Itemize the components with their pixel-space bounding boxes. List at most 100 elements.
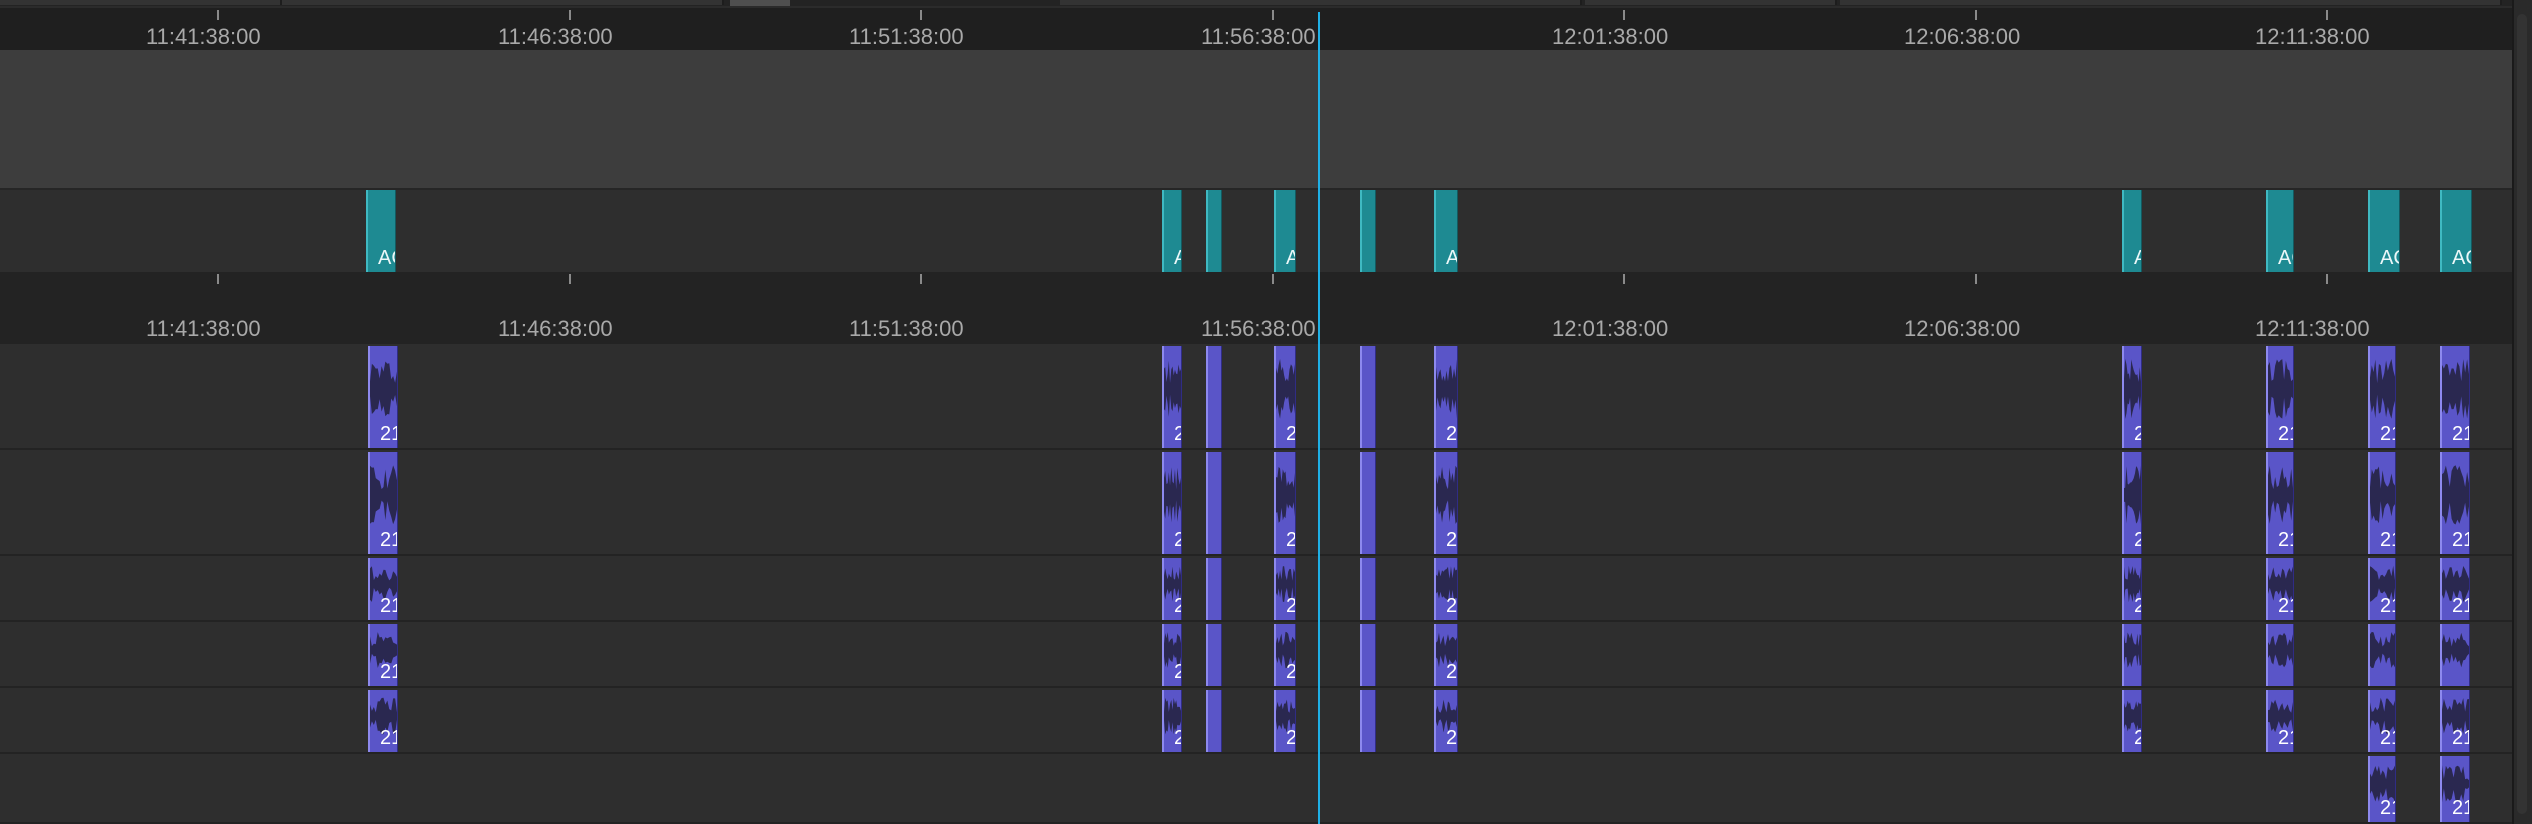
audio-clip[interactable]: 2 xyxy=(1434,452,1458,554)
video-clips-row[interactable]: AC A A A A AC AC AC xyxy=(0,190,2512,272)
audio-clip[interactable]: 21 xyxy=(2440,558,2470,620)
video-clip[interactable] xyxy=(1360,190,1376,272)
audio-clip[interactable]: 2 xyxy=(1274,690,1296,752)
timecode-ruler-audio[interactable]: 11:41:38:00 11:46:38:00 11:51:38:00 11:5… xyxy=(0,272,2512,345)
audio-track-row[interactable] xyxy=(0,754,2512,824)
audio-clip[interactable] xyxy=(1360,558,1376,620)
audio-clip[interactable]: 2 xyxy=(1162,624,1182,686)
video-clip[interactable]: A xyxy=(2122,190,2142,272)
audio-clip[interactable]: 2 xyxy=(1162,690,1182,752)
audio-waveform-icon xyxy=(2268,632,2293,668)
ruler-tick xyxy=(1975,274,1977,284)
audio-clip[interactable]: 2 xyxy=(2122,346,2142,448)
scroll-thumb[interactable] xyxy=(2517,14,2527,814)
audio-clip[interactable]: 21 xyxy=(368,346,398,448)
audio-clip[interactable]: 21 xyxy=(2440,756,2470,822)
video-clip[interactable]: AC xyxy=(2266,190,2294,272)
audio-clip-label: 21 xyxy=(2380,727,2395,749)
audio-clip[interactable]: 2 xyxy=(1274,624,1296,686)
scroll-segment xyxy=(282,0,724,5)
audio-clip[interactable] xyxy=(1360,624,1376,686)
audio-clip[interactable]: 21 xyxy=(2368,558,2396,620)
audio-clip[interactable]: 21 xyxy=(2368,346,2396,448)
audio-clip[interactable]: 21 xyxy=(2440,452,2470,554)
ruler-tick xyxy=(1272,10,1274,20)
audio-clip[interactable] xyxy=(1360,452,1376,554)
horizontal-scroll-strip[interactable] xyxy=(0,0,2532,6)
timecode-label: 12:11:38:00 xyxy=(2255,316,2370,341)
ruler-tick xyxy=(1975,10,1977,20)
audio-clip[interactable]: 2 xyxy=(1274,346,1296,448)
playhead-line[interactable] xyxy=(1318,12,1320,824)
audio-clip[interactable]: 21 xyxy=(2368,756,2396,822)
audio-clip-label: 2 xyxy=(1446,727,1458,749)
scroll-segment xyxy=(1060,0,1582,5)
audio-clip[interactable]: 21 xyxy=(2266,452,2294,554)
timecode-ruler-top[interactable]: 11:41:38:00 11:46:38:00 11:51:38:00 11:5… xyxy=(0,8,2512,51)
audio-clip[interactable]: 2 xyxy=(2122,690,2142,752)
audio-clip[interactable]: 21 xyxy=(368,558,398,620)
audio-clip[interactable]: 2 xyxy=(1274,558,1296,620)
audio-clip[interactable]: 21 xyxy=(2440,690,2470,752)
audio-clip[interactable]: 2 xyxy=(1434,624,1458,686)
audio-clip[interactable]: 21 xyxy=(368,624,398,686)
audio-clip-label: 2 xyxy=(1174,424,1181,444)
audio-clip-label: 21 xyxy=(2452,423,2469,445)
video-clip[interactable]: A xyxy=(1434,190,1458,272)
audio-waveform-icon xyxy=(2370,631,2395,669)
timecode-label: 11:46:38:00 xyxy=(498,24,613,49)
audio-clip[interactable]: 21 xyxy=(2266,346,2294,448)
ruler-tick xyxy=(920,10,922,20)
audio-clip[interactable]: 2 xyxy=(1274,452,1296,554)
video-clip-label: A xyxy=(1286,248,1295,268)
audio-clip[interactable]: 2 xyxy=(2122,452,2142,554)
audio-clip-label: 2 xyxy=(1286,596,1295,616)
audio-clip-label: 21 xyxy=(2380,797,2395,819)
scroll-thumb[interactable] xyxy=(730,0,790,6)
audio-clip[interactable]: 21 xyxy=(2368,690,2396,752)
video-clip-label: AC xyxy=(2380,247,2399,269)
video-clip[interactable]: AC xyxy=(2440,190,2472,272)
video-clip-label: A xyxy=(2134,248,2141,268)
scroll-segment xyxy=(1585,0,1837,5)
video-clip-label: AC xyxy=(2278,247,2293,269)
audio-clip[interactable] xyxy=(2266,624,2294,686)
audio-clip[interactable] xyxy=(1206,558,1222,620)
audio-clip[interactable]: 2 xyxy=(1162,452,1182,554)
audio-clip-label: 21 xyxy=(2278,423,2293,445)
audio-clip[interactable] xyxy=(1206,346,1222,448)
audio-clip[interactable] xyxy=(2368,624,2396,686)
video-clip[interactable] xyxy=(1206,190,1222,272)
audio-clip[interactable] xyxy=(1360,346,1376,448)
audio-clip[interactable]: 21 xyxy=(2368,452,2396,554)
timecode-label: 11:41:38:00 xyxy=(146,24,261,49)
scroll-segment xyxy=(0,0,282,5)
vertical-scrollbar[interactable] xyxy=(2512,0,2532,824)
primary-storyline-area[interactable] xyxy=(0,50,2512,190)
video-clip[interactable]: A xyxy=(1274,190,1296,272)
video-clip[interactable]: A xyxy=(1162,190,1182,272)
audio-clip[interactable]: 21 xyxy=(368,452,398,554)
audio-clip[interactable]: 2 xyxy=(1434,690,1458,752)
audio-clip[interactable] xyxy=(1360,690,1376,752)
audio-clip[interactable]: 21 xyxy=(2266,690,2294,752)
audio-clip[interactable] xyxy=(1206,690,1222,752)
audio-clip-label: 21 xyxy=(2380,423,2395,445)
audio-clip-label: 21 xyxy=(2278,595,2293,617)
audio-clip[interactable] xyxy=(2440,624,2470,686)
audio-clip[interactable] xyxy=(1206,452,1222,554)
audio-clip[interactable]: 21 xyxy=(2266,558,2294,620)
audio-clip[interactable]: 21 xyxy=(368,690,398,752)
audio-clip[interactable]: 2 xyxy=(1434,558,1458,620)
video-clip[interactable]: AC xyxy=(2368,190,2400,272)
audio-clip[interactable]: 2 xyxy=(1162,558,1182,620)
audio-clip[interactable]: 21 xyxy=(2440,346,2470,448)
audio-clip-label: 2 xyxy=(2134,530,2141,550)
audio-clip[interactable]: 2 xyxy=(1162,346,1182,448)
audio-clip[interactable]: 2 xyxy=(1434,346,1458,448)
video-clip[interactable]: AC xyxy=(366,190,396,272)
audio-clip[interactable] xyxy=(1206,624,1222,686)
audio-clip-label: 2 xyxy=(1174,530,1181,550)
audio-clip[interactable]: 2 xyxy=(2122,558,2142,620)
audio-clip[interactable] xyxy=(2122,624,2142,686)
